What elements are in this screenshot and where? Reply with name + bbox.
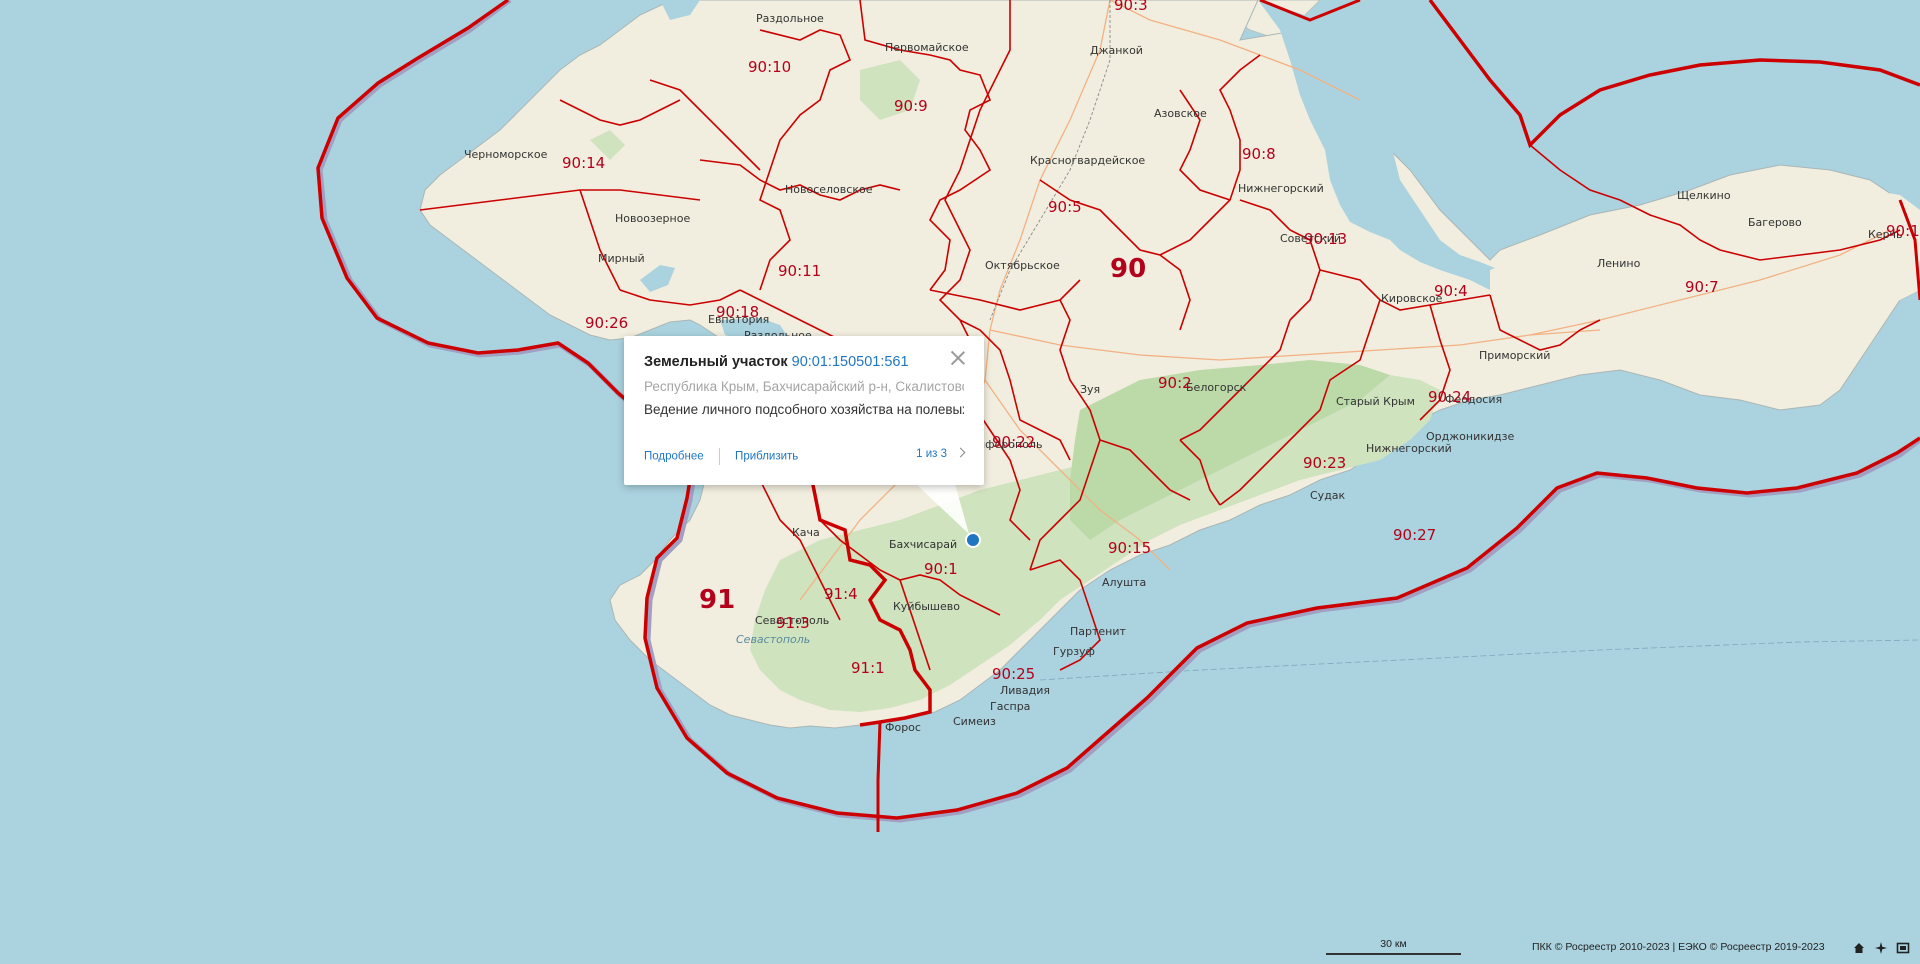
zone-label: 90:9: [894, 97, 928, 115]
zone-label: 90:27: [1393, 526, 1436, 544]
zone-label: 90:4: [1434, 282, 1468, 300]
details-link[interactable]: Подробнее: [644, 451, 704, 463]
zoom-to-link[interactable]: Приблизить: [735, 451, 798, 463]
zone-label: 90:15: [1108, 539, 1151, 557]
scale-label: 30 км: [1380, 938, 1407, 950]
popup-title-text: Земельный участок: [644, 354, 788, 370]
town-label: Мирный: [598, 252, 645, 265]
town-label: Нижнегорский: [1238, 182, 1324, 195]
popup-title: Земельный участок 90:01:150501:561: [644, 354, 964, 370]
close-icon[interactable]: [950, 350, 966, 366]
town-label: Ленино: [1597, 257, 1641, 270]
selected-parcel-marker[interactable]: [965, 532, 981, 548]
zone-label: 90:26: [585, 314, 628, 332]
sea-city-label: Севастополь: [736, 633, 810, 646]
home-icon[interactable]: [1852, 940, 1866, 954]
town-label: Приморский: [1479, 349, 1550, 362]
zone-label: 90:7: [1685, 278, 1719, 296]
town-label: Красногвардейское: [1030, 154, 1145, 167]
chevron-right-icon: [955, 447, 966, 458]
town-label: Судак: [1310, 489, 1346, 502]
town-label: Кача: [792, 526, 820, 539]
town-label: Старый Крым: [1336, 395, 1415, 408]
parcel-address: Республика Крым, Бахчисарайский р-н, Ска…: [644, 379, 964, 394]
town-label: Багерово: [1748, 216, 1802, 229]
town-label: Форос: [885, 721, 921, 734]
scale-bar: 30 км: [1326, 938, 1461, 955]
region-label: 90: [1110, 254, 1146, 284]
cadastral-number-link[interactable]: 90:01:150501:561: [792, 354, 909, 370]
zone-label: 90:22: [992, 433, 1035, 451]
pager-control[interactable]: 1 из 3: [916, 447, 966, 460]
zone-label: 90:24: [1428, 388, 1471, 406]
town-label: Нижнегорский: [1366, 442, 1452, 455]
zone-label: 90:18: [716, 303, 759, 321]
zone-label: 90:14: [562, 154, 605, 172]
town-label: Черноморское: [464, 148, 548, 161]
town-label: Куйбышево: [893, 600, 960, 613]
zone-label: 91:3: [776, 614, 810, 632]
zone-label: 90:23: [1303, 454, 1346, 472]
town-label: Новоозерное: [615, 212, 690, 225]
town-label: Новоселовское: [785, 183, 873, 196]
pager-text: 1 из 3: [916, 448, 947, 460]
town-label: Белогорск: [1186, 381, 1247, 394]
compass-icon[interactable]: [1874, 940, 1888, 954]
town-label: Гаспра: [990, 700, 1030, 713]
town-label: Гурзуф: [1053, 645, 1095, 658]
zone-label: 90:8: [1242, 145, 1276, 163]
scale-line: [1326, 953, 1461, 955]
zone-label: 90:1: [924, 560, 958, 578]
zone-label: 90:10: [748, 58, 791, 76]
town-label: Партенит: [1070, 625, 1127, 638]
town-label: Щелкино: [1677, 189, 1731, 202]
town-label: Первомайское: [885, 41, 969, 54]
zone-label: 90:2: [1158, 374, 1192, 392]
town-label: Ливадия: [1000, 684, 1050, 697]
parcel-popup: Земельный участок 90:01:150501:561 Респу…: [624, 336, 984, 485]
region-label: 91: [699, 585, 735, 615]
town-label: Азовское: [1154, 107, 1207, 120]
zone-label: 90:12: [1886, 222, 1920, 240]
zone-label: 90:13: [1304, 230, 1347, 248]
town-label: Раздольное: [756, 12, 824, 25]
parcel-description: Ведение личного подсобного хозяйства на …: [644, 402, 964, 417]
zone-label: 90:5: [1048, 198, 1082, 216]
town-label: Алушта: [1102, 576, 1146, 589]
popup-actions: Подробнее Приблизить 1 из 3: [644, 447, 966, 466]
zone-label: 90:11: [778, 262, 821, 280]
fullscreen-icon[interactable]: [1896, 940, 1910, 954]
town-label: Зуя: [1080, 383, 1100, 396]
town-label: Джанкой: [1090, 44, 1143, 57]
town-label: Симеиз: [953, 715, 996, 728]
attribution: ПКК © Росреестр 2010-2023 | ЕЭКО © Росре…: [1532, 941, 1825, 953]
zone-label: 90:25: [992, 665, 1035, 683]
town-label: Бахчисарай: [889, 538, 957, 551]
zone-label: 90:3: [1114, 0, 1148, 14]
town-label: Октябрьское: [985, 259, 1060, 272]
actions-divider: [718, 448, 720, 465]
zone-label: 91:1: [851, 659, 885, 677]
zone-label: 91:4: [824, 585, 858, 603]
